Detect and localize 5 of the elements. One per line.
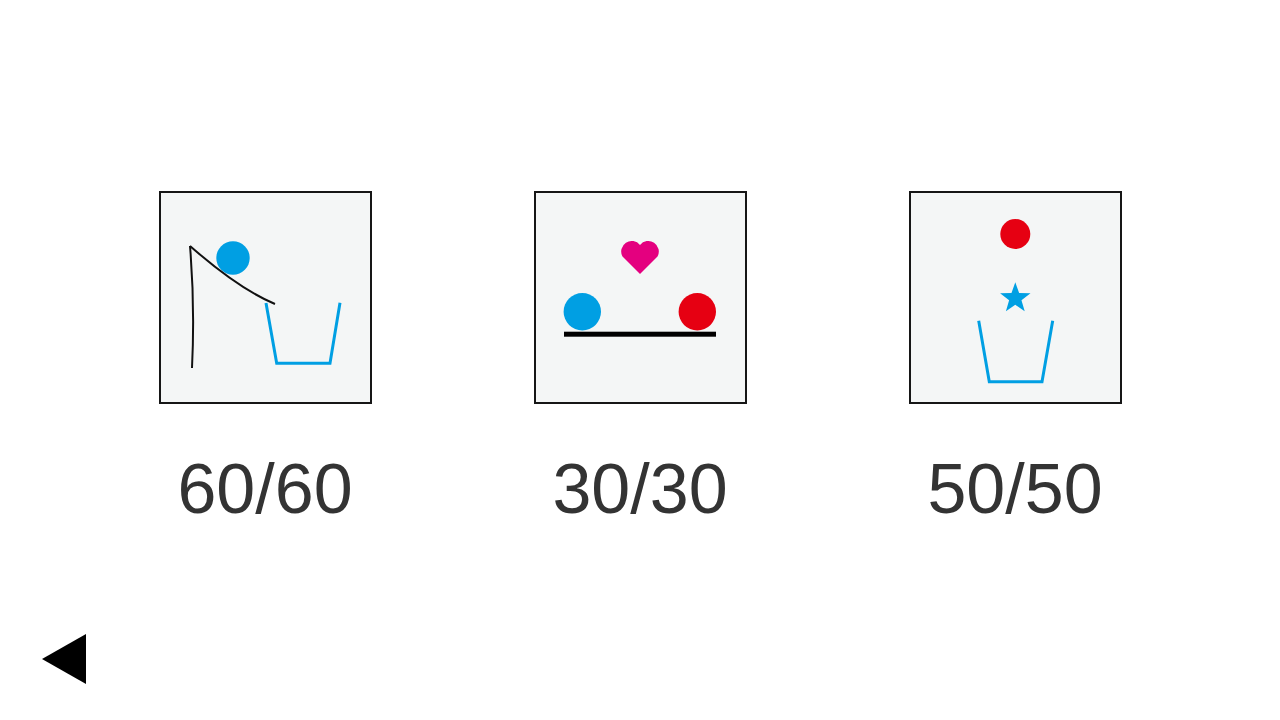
score-text: 50/50 bbox=[927, 449, 1103, 530]
score-text: 30/30 bbox=[552, 449, 728, 530]
back-button[interactable] bbox=[42, 634, 86, 684]
score-text: 60/60 bbox=[177, 449, 353, 530]
left-triangle-icon bbox=[42, 634, 86, 684]
